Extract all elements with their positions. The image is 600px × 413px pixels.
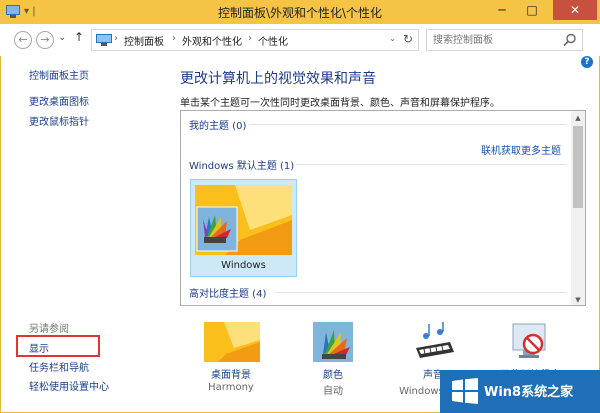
color-label: 颜色 [323, 370, 343, 381]
back-button[interactable]: ← [14, 31, 32, 49]
screensaver-icon [512, 323, 546, 358]
title-bar: ▾ | 控制面板\外观和个性化\个性化 ─ □ ✕ [0, 0, 600, 24]
watermark-text: Win8系统之家 [484, 385, 574, 400]
search-box[interactable] [426, 29, 583, 51]
help-icon[interactable]: ? [581, 56, 593, 68]
search-input[interactable] [427, 30, 557, 50]
theme-wallpaper-preview [195, 185, 292, 255]
group-divider [249, 124, 567, 125]
windows-logo-icon [452, 378, 478, 404]
see-also-ease-of-access-link[interactable]: 轻松使用设置中心 [29, 378, 109, 393]
scroll-up-icon[interactable]: ▲ [571, 111, 585, 125]
address-dropdown-icon[interactable]: ⌄ [389, 34, 396, 43]
high-contrast-themes-heading: 高对比度主题 (4) [189, 289, 267, 300]
group-divider [295, 164, 567, 165]
forward-button[interactable]: → [36, 31, 54, 49]
breadcrumb-personalization[interactable]: 个性化 [258, 33, 288, 48]
close-button[interactable]: ✕ [553, 0, 597, 20]
breadcrumb-separator[interactable]: › [248, 33, 252, 44]
sidebar-item-change-mouse-pointers[interactable]: 更改鼠标指针 [29, 113, 89, 128]
theme-thumbnail [195, 185, 292, 255]
page-title: 更改计算机上的视觉效果和声音 [180, 71, 376, 87]
scroll-down-icon[interactable]: ▼ [571, 293, 585, 305]
sound-icon [416, 322, 454, 358]
minimize-button[interactable]: ─ [488, 0, 516, 20]
recent-locations-button[interactable]: ⌄ [58, 32, 66, 43]
theme-tile-windows[interactable]: Windows [190, 179, 297, 277]
see-also-heading: 另请参阅 [29, 324, 69, 335]
breadcrumb-separator[interactable]: › [114, 33, 118, 44]
breadcrumb-control-panel[interactable]: 控制面板 [124, 33, 164, 48]
breadcrumb-appearance[interactable]: 外观和个性化 [182, 33, 242, 48]
desktop-background-button[interactable]: 桌面背景 Harmony [186, 320, 276, 400]
get-more-themes-link[interactable]: 联机获取更多主题 [481, 142, 561, 157]
group-divider [275, 292, 567, 293]
theme-list[interactable]: 我的主题 (0) 联机获取更多主题 Windows 默认主题 (1) Windo… [180, 110, 586, 306]
maximize-button[interactable]: □ [518, 0, 546, 20]
scrollbar-thumb[interactable] [573, 126, 583, 208]
color-button[interactable]: 颜色 自动 [288, 320, 378, 400]
desktop-background-value: Harmony [208, 382, 254, 393]
control-panel-icon [96, 34, 112, 46]
navigation-bar: ← → ⌄ ↑ › 控制面板 › 外观和个性化 › 个性化 ⌄ ↻ [0, 24, 600, 56]
sidebar-item-control-panel-home[interactable]: 控制面板主页 [29, 67, 89, 82]
color-icon [313, 322, 353, 362]
theme-tile-label: Windows [221, 260, 266, 271]
sidebar-item-change-desktop-icons[interactable]: 更改桌面图标 [29, 93, 89, 108]
theme-list-scrollbar[interactable]: ▲ ▼ [571, 111, 585, 305]
highlight-annotation [16, 335, 100, 357]
color-value: 自动 [323, 386, 343, 397]
watermark: Win8系统之家 [440, 370, 600, 413]
see-also-taskbar-link[interactable]: 任务栏和导航 [29, 359, 89, 374]
breadcrumb-separator[interactable]: › [172, 33, 176, 44]
address-bar[interactable]: › 控制面板 › 外观和个性化 › 个性化 ⌄ ↻ [91, 29, 419, 51]
my-themes-heading: 我的主题 (0) [189, 121, 247, 132]
search-icon[interactable] [563, 33, 577, 47]
refresh-icon[interactable]: ↻ [403, 32, 413, 46]
windows-default-themes-heading: Windows 默认主题 (1) [189, 161, 295, 172]
desktop-background-icon [204, 322, 260, 362]
desktop-background-label: 桌面背景 [211, 370, 251, 381]
up-button[interactable]: ↑ [74, 30, 84, 44]
page-description: 单击某个主题可一次性同时更改桌面背景、颜色、声音和屏幕保护程序。 [180, 98, 500, 109]
